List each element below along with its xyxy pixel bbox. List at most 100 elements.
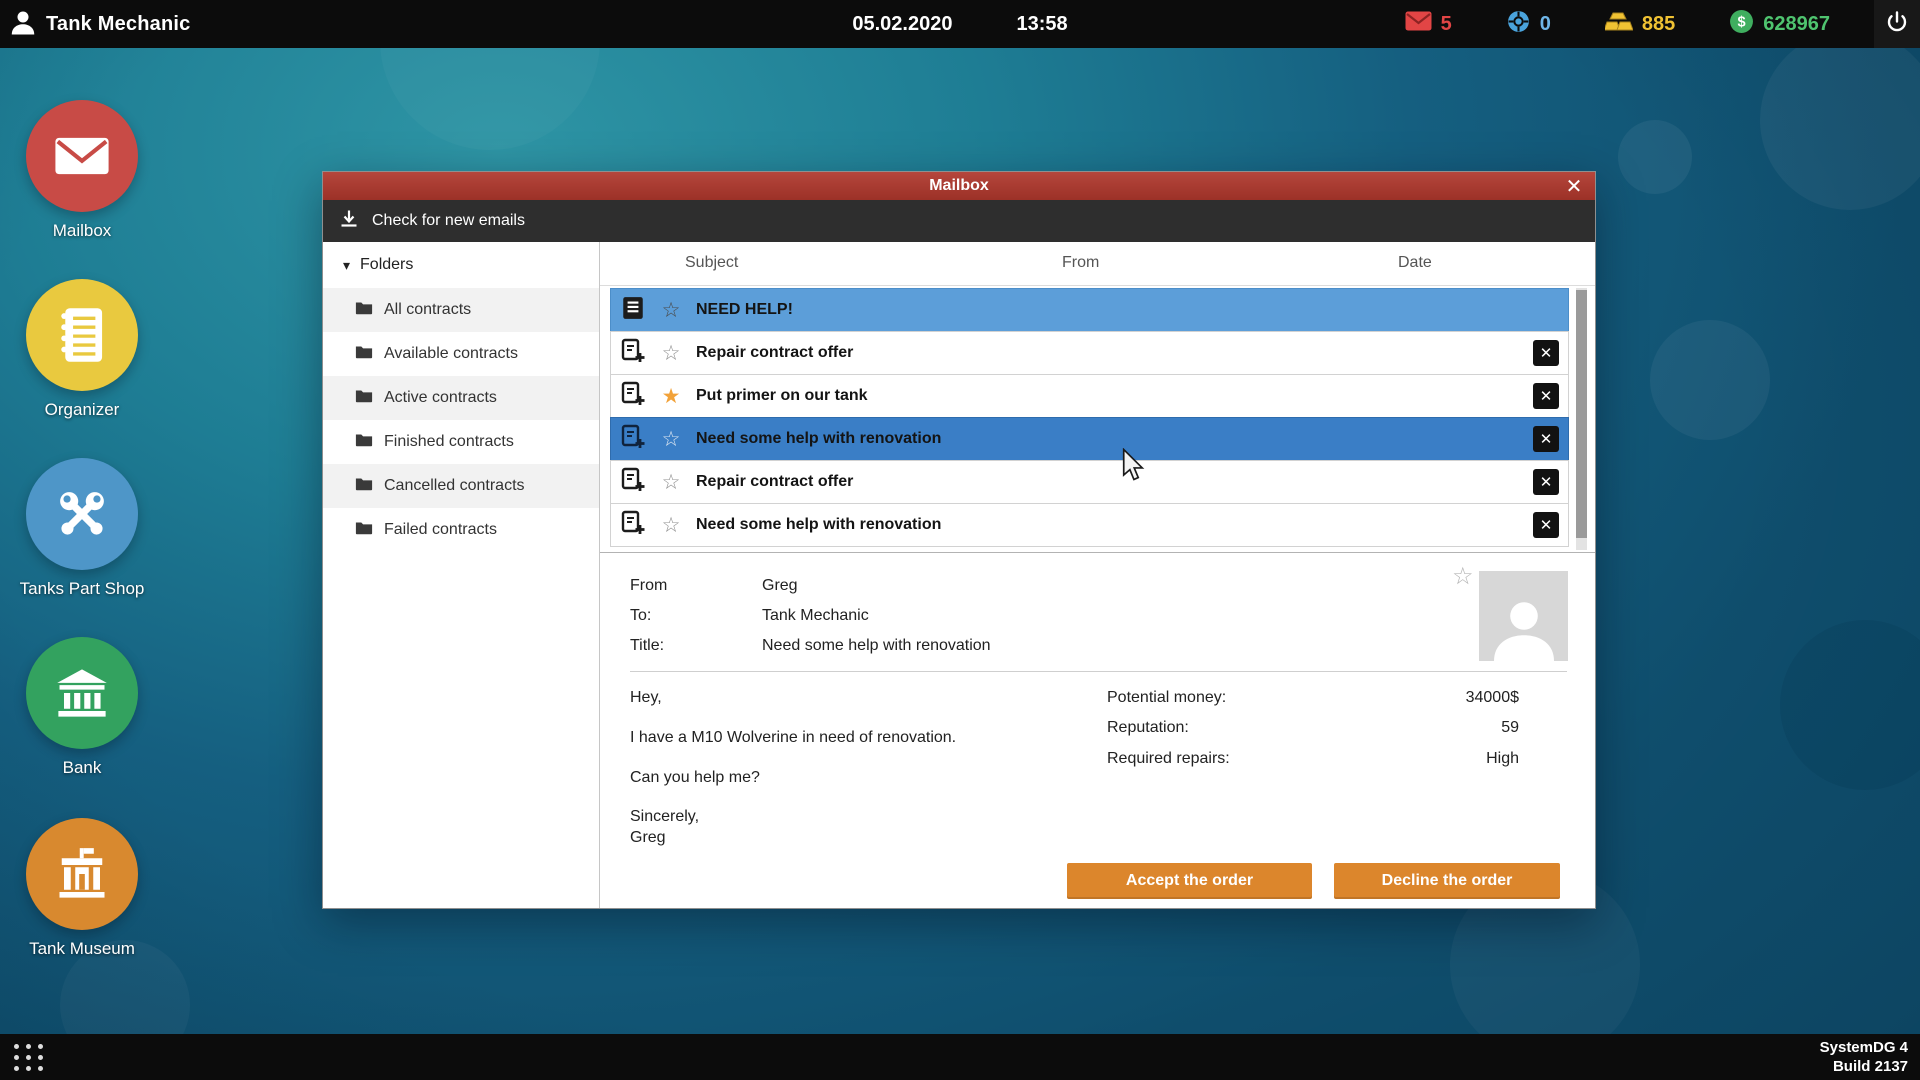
- check-emails-label: Check for new emails: [372, 212, 525, 229]
- star-button[interactable]: ☆: [659, 300, 683, 321]
- email-subject: Repair contract offer: [696, 473, 854, 490]
- folder-label: Cancelled contracts: [384, 477, 525, 494]
- email-row[interactable]: ☆ Need some help with renovation ✕: [610, 503, 1569, 547]
- to-value: Tank Mechanic: [762, 607, 869, 624]
- email-row[interactable]: ☆ Repair contract offer ✕: [610, 460, 1569, 504]
- system-version: SystemDG 4: [1819, 1038, 1908, 1056]
- star-button[interactable]: ☆: [659, 343, 683, 364]
- required-repairs-label: Required repairs:: [1107, 750, 1230, 767]
- contract-icon: [620, 467, 646, 498]
- window-title: Mailbox: [929, 177, 989, 194]
- reputation-value: 59: [1501, 719, 1519, 736]
- desktop-icon-mailbox[interactable]: Mailbox: [16, 100, 148, 241]
- reputation-label: Reputation:: [1107, 719, 1189, 736]
- folder-icon: [355, 388, 373, 408]
- star-button[interactable]: ☆: [659, 515, 683, 536]
- folder-item-available-contracts[interactable]: Available contracts: [323, 332, 599, 376]
- folder-icon: [355, 344, 373, 364]
- desktop-icon-tanks-part-shop[interactable]: Tanks Part Shop: [16, 458, 148, 599]
- column-subject: Subject: [685, 254, 739, 271]
- mail-icon: [1405, 11, 1432, 37]
- email-subject: Need some help with renovation: [696, 430, 942, 447]
- desktop-icon-label: Tank Museum: [29, 939, 135, 958]
- star-button[interactable]: ☆: [659, 429, 683, 450]
- power-button[interactable]: [1874, 0, 1920, 48]
- time-display: 13:58: [1016, 12, 1068, 35]
- taskbar: SystemDG 4 Build 2137: [0, 1034, 1920, 1080]
- folders-header[interactable]: ▾ Folders: [323, 242, 599, 288]
- email-body-line: Hey,: [630, 689, 662, 706]
- background-bokeh: [1618, 120, 1692, 194]
- mail-area: Subject From Date ☆ NEED HELP! ☆ Repair …: [600, 242, 1595, 908]
- delete-icon: ✕: [1539, 388, 1553, 405]
- folder-item-finished-contracts[interactable]: Finished contracts: [323, 420, 599, 464]
- star-button[interactable]: ★: [659, 386, 683, 407]
- delete-icon: ✕: [1539, 474, 1553, 491]
- scrollbar-thumb[interactable]: [1576, 290, 1587, 538]
- folder-item-active-contracts[interactable]: Active contracts: [323, 376, 599, 420]
- dollar-icon: $: [1729, 9, 1754, 40]
- email-detail-pane: From Greg To: Tank Mechanic Title: Need …: [600, 552, 1595, 908]
- delete-email-button[interactable]: ✕: [1533, 340, 1559, 366]
- folders-header-label: Folders: [360, 256, 414, 273]
- from-label: From: [630, 577, 668, 594]
- email-row-selected[interactable]: ☆ Need some help with renovation ✕: [610, 417, 1569, 461]
- detail-separator: [630, 671, 1567, 672]
- folder-item-all-contracts[interactable]: All contracts: [323, 288, 599, 332]
- decline-order-button[interactable]: Decline the order: [1334, 863, 1560, 899]
- email-list: ☆ NEED HELP! ☆ Repair contract offer ✕ ★…: [600, 286, 1595, 552]
- delete-email-button[interactable]: ✕: [1533, 383, 1559, 409]
- check-emails-button[interactable]: Check for new emails: [339, 209, 525, 234]
- bank-building-icon: [26, 637, 138, 749]
- email-subject: Put primer on our tank: [696, 387, 868, 404]
- desktop-icon-bank[interactable]: Bank: [16, 637, 148, 778]
- system-info: SystemDG 4 Build 2137: [1820, 1038, 1920, 1077]
- accept-order-button[interactable]: Accept the order: [1067, 863, 1312, 899]
- app-title: Tank Mechanic: [46, 12, 191, 35]
- money-counter: $ 628967: [1729, 9, 1830, 40]
- status-counters: 5 0 885 $ 628967: [1405, 9, 1920, 40]
- desktop-icon-label: Tanks Part Shop: [19, 579, 145, 598]
- email-subject: Repair contract offer: [696, 344, 854, 361]
- desktop-icon-label: Bank: [62, 758, 102, 777]
- desktop-icon-tank-museum[interactable]: Tank Museum: [16, 818, 148, 959]
- app-menu-button[interactable]: [14, 1043, 44, 1071]
- desktop-icon-organizer[interactable]: Organizer: [16, 279, 148, 420]
- delete-icon: ✕: [1539, 431, 1553, 448]
- email-body-line: Sincerely,: [630, 808, 700, 825]
- folder-label: Active contracts: [384, 389, 497, 406]
- email-row[interactable]: ★ Put primer on our tank ✕: [610, 374, 1569, 418]
- title-value: Need some help with renovation: [762, 637, 991, 654]
- email-row[interactable]: ☆ NEED HELP!: [610, 288, 1569, 332]
- delete-email-button[interactable]: ✕: [1533, 512, 1559, 538]
- to-label: To:: [630, 607, 652, 624]
- user-profile-button[interactable]: [0, 0, 46, 48]
- delete-email-button[interactable]: ✕: [1533, 426, 1559, 452]
- email-list-scrollbar[interactable]: [1576, 288, 1587, 550]
- email-body-line: Can you help me?: [630, 769, 760, 786]
- mail-count: 5: [1440, 12, 1452, 35]
- folder-label: All contracts: [384, 301, 472, 318]
- window-close-button[interactable]: ✕: [1559, 172, 1589, 200]
- folder-item-failed-contracts[interactable]: Failed contracts: [323, 508, 599, 552]
- star-button[interactable]: ☆: [659, 472, 683, 493]
- delete-email-button[interactable]: ✕: [1533, 469, 1559, 495]
- clock-group: 05.02.2020 13:58: [852, 13, 1067, 36]
- folders-panel: ▾ Folders All contracts Available contra…: [323, 242, 600, 908]
- desktop-icon-label: Mailbox: [52, 221, 112, 240]
- close-icon: ✕: [1565, 175, 1583, 198]
- window-titlebar[interactable]: Mailbox ✕: [323, 172, 1595, 200]
- contract-icon: [620, 510, 646, 541]
- desktop-icon-label: Organizer: [44, 400, 120, 419]
- folder-item-cancelled-contracts[interactable]: Cancelled contracts: [323, 464, 599, 508]
- favorite-star-button[interactable]: ☆: [1452, 565, 1474, 589]
- email-row[interactable]: ☆ Repair contract offer ✕: [610, 331, 1569, 375]
- wrenches-icon: [26, 458, 138, 570]
- folder-icon: [355, 476, 373, 496]
- repairs-count: 0: [1539, 12, 1551, 35]
- potential-money-label: Potential money:: [1107, 689, 1227, 706]
- system-build: Build 2137: [1832, 1058, 1908, 1075]
- museum-building-icon: [26, 818, 138, 930]
- gear-icon: [1506, 9, 1531, 40]
- gold-ingots-icon: [1603, 10, 1634, 38]
